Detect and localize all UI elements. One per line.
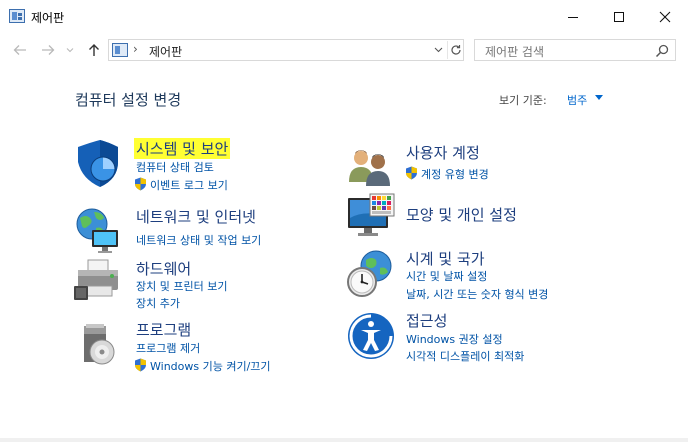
link-view-devices-printers[interactable]: 장치 및 프린터 보기 xyxy=(136,278,227,294)
link-windows-recommended-settings[interactable]: Windows 권장 설정 xyxy=(406,331,503,347)
link-view-event-logs[interactable]: 이벤트 로그 보기 xyxy=(150,177,228,193)
category-ease-of-access: 접근성 Windows 권장 설정 시각적 디스플레이 최적화 xyxy=(344,310,644,366)
breadcrumb-control-panel[interactable]: 제어판 xyxy=(149,43,182,60)
link-uninstall-program[interactable]: 프로그램 제거 xyxy=(136,340,200,356)
link-add-device[interactable]: 장치 추가 xyxy=(136,295,180,311)
link-change-account-type[interactable]: 계정 유형 변경 xyxy=(421,166,489,182)
link-change-date-time-number-formats[interactable]: 날짜, 시간 또는 숫자 형식 변경 xyxy=(406,286,548,302)
view-by-label: 보기 기준: xyxy=(499,94,547,107)
maximize-button[interactable] xyxy=(596,0,642,33)
appearance-monitor-palette-icon xyxy=(348,193,395,236)
uac-shield-icon xyxy=(135,177,146,191)
control-panel-icon xyxy=(9,9,25,23)
up-button[interactable] xyxy=(84,40,104,60)
category-title-network-internet[interactable]: 네트워크 및 인터넷 xyxy=(136,206,256,227)
control-panel-icon xyxy=(112,43,128,57)
hardware-printer-icon xyxy=(74,259,118,300)
user-accounts-icon xyxy=(349,150,390,186)
chevron-down-icon xyxy=(434,47,442,53)
ease-of-access-icon xyxy=(348,313,394,359)
search-box[interactable]: 제어판 검색 xyxy=(474,39,676,61)
category-title-appearance-personalization[interactable]: 모양 및 개인 설정 xyxy=(406,204,517,225)
category-title-hardware[interactable]: 하드웨어 xyxy=(136,258,191,279)
link-view-network-status[interactable]: 네트워크 상태 및 작업 보기 xyxy=(136,232,261,248)
category-hardware: 하드웨어 장치 및 프린터 보기 장치 추가 xyxy=(72,256,332,312)
view-by-chevron-icon[interactable] xyxy=(595,95,603,100)
category-programs: 프로그램 프로그램 제거 Windows 기능 켜기/끄기 xyxy=(72,318,332,374)
refresh-button[interactable] xyxy=(447,41,463,59)
arrow-up-icon xyxy=(89,44,99,56)
minimize-button[interactable] xyxy=(550,0,596,33)
maximize-icon xyxy=(614,11,624,22)
title-bar: 제어판 xyxy=(0,0,688,34)
search-icon[interactable] xyxy=(655,44,669,58)
close-icon xyxy=(659,11,671,22)
address-dropdown-button[interactable] xyxy=(431,42,445,58)
category-title-programs[interactable]: 프로그램 xyxy=(136,319,191,340)
forward-button[interactable] xyxy=(38,40,58,60)
search-placeholder[interactable]: 제어판 검색 xyxy=(485,43,544,60)
link-set-time-date[interactable]: 시간 및 날짜 설정 xyxy=(406,268,487,284)
refresh-icon xyxy=(450,45,461,55)
link-review-computer-status[interactable]: 컴퓨터 상태 검토 xyxy=(136,159,214,175)
chevron-down-icon xyxy=(66,48,74,53)
uac-shield-icon xyxy=(406,166,417,180)
view-by-dropdown[interactable]: 범주 xyxy=(567,92,587,108)
system-security-shield-icon xyxy=(78,140,118,187)
network-globe-icon xyxy=(76,208,118,253)
minimize-icon xyxy=(568,16,578,18)
page-title: 컴퓨터 설정 변경 xyxy=(75,91,182,109)
category-appearance-personalization: 모양 및 개인 설정 xyxy=(344,192,644,244)
window-title: 제어판 xyxy=(31,11,65,25)
breadcrumb-separator-icon[interactable]: › xyxy=(133,42,138,56)
arrow-left-icon xyxy=(13,45,26,55)
window-bottom-edge xyxy=(0,438,688,442)
category-network-internet: 네트워크 및 인터넷 네트워크 상태 및 작업 보기 xyxy=(72,204,332,254)
category-title-clock-region[interactable]: 시계 및 국가 xyxy=(406,248,485,269)
category-title-user-accounts[interactable]: 사용자 계정 xyxy=(406,142,480,163)
clock-globe-icon xyxy=(347,250,392,297)
address-bar[interactable]: › 제어판 xyxy=(108,39,464,61)
close-button[interactable] xyxy=(642,0,688,33)
category-clock-region: 시계 및 국가 시간 및 날짜 설정 날짜, 시간 또는 숫자 형식 변경 xyxy=(344,248,644,304)
category-title-system-security[interactable]: 시스템 및 보안 xyxy=(134,138,231,159)
uac-shield-icon xyxy=(135,358,146,372)
category-user-accounts: 사용자 계정 계정 유형 변경 xyxy=(344,142,644,190)
recent-locations-button[interactable] xyxy=(64,40,76,60)
programs-disc-box-icon xyxy=(84,324,115,365)
link-windows-features[interactable]: Windows 기능 켜기/끄기 xyxy=(150,358,271,374)
navigation-bar: › 제어판 제어판 검색 xyxy=(0,34,688,66)
link-optimize-visual-display[interactable]: 시각적 디스플레이 최적화 xyxy=(406,348,524,364)
arrow-right-icon xyxy=(42,45,55,55)
category-system-security: 시스템 및 보안 컴퓨터 상태 검토 이벤트 로그 보기 xyxy=(72,138,332,196)
back-button[interactable] xyxy=(10,40,30,60)
category-title-ease-of-access[interactable]: 접근성 xyxy=(406,310,447,331)
